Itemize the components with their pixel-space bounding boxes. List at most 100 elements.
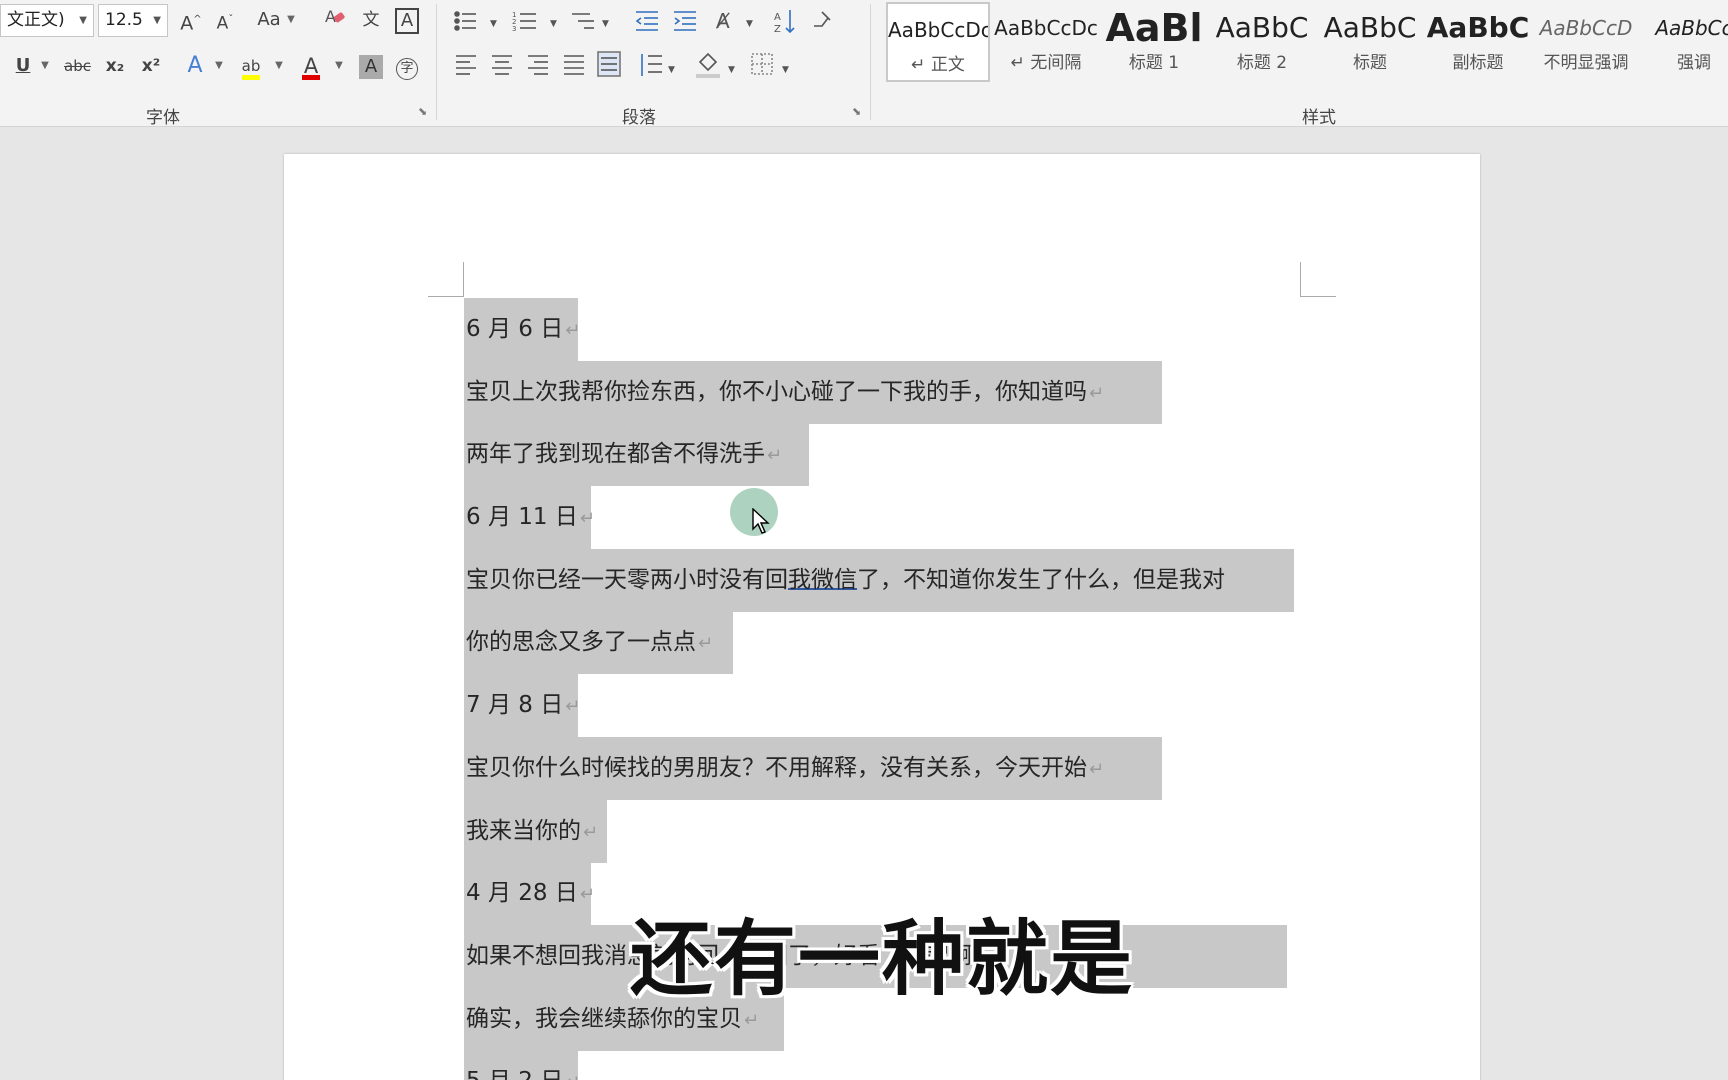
style-name: 标题 1 (1128, 53, 1180, 73)
line-text: 你的思念又多了一点点 (466, 629, 696, 656)
paragraph-mark: ↵ (1089, 758, 1105, 780)
superscript-button[interactable]: x² (138, 50, 164, 82)
paragraph-mark: ↵ (1089, 382, 1105, 404)
margin-crop-mark (1300, 262, 1301, 296)
line-text: 5 月 2 日↵ (466, 1064, 580, 1080)
chevron-down-icon: ▼ (746, 19, 753, 29)
strikethrough-button[interactable]: abc (64, 50, 91, 82)
line-text: 你的思念又多了一点点 ↵ (466, 625, 713, 661)
font-color-button[interactable]: A (298, 50, 324, 82)
eraser-icon: A (325, 7, 345, 26)
change-case-icon: Aa (257, 9, 281, 30)
style-name: ↵ 无间隔 (1010, 53, 1082, 73)
style-subtitle[interactable]: AaBbC 副标题 (1426, 2, 1530, 82)
font-group-label: 字体 (146, 108, 180, 128)
line-text: 4 月 28 日 ↵ (466, 876, 595, 912)
phonetic-guide-button[interactable]: 文 (358, 4, 384, 36)
chevron-down-icon[interactable]: ▼ (274, 50, 284, 82)
style-emphasis[interactable]: AaBbCc 强调 (1642, 2, 1728, 82)
font-color-bar (302, 75, 320, 80)
style-subtle-emphasis[interactable]: AaBbCcD 不明显强调 (1534, 2, 1638, 82)
line-text: 宝贝上次我帮你捡东西，你不小心碰了一下我的手，你知道吗 ↵ (466, 375, 1104, 411)
shading-icon (696, 52, 720, 78)
paragraph-group-label: 段落 (622, 108, 656, 128)
style-sample: AaBbCc (1655, 16, 1728, 40)
shrink-font-button[interactable]: Aˇ (212, 4, 238, 36)
svg-text:A: A (325, 7, 336, 26)
underline-button[interactable]: U (10, 50, 36, 82)
paragraph-mark: ↵ (583, 821, 599, 843)
style-no-spacing[interactable]: AaBbCcDc ↵ 无间隔 (994, 2, 1098, 82)
ribbon: 文正文) ▼ 12.5 ▼ A^ Aˇ Aa ▼ A 文 A U ▼ abc x… (0, 0, 1728, 128)
chevron-down-icon: ▼ (79, 15, 87, 26)
style-name: 标题 (1353, 53, 1387, 73)
paragraph-mark: ↵ (565, 1072, 580, 1080)
character-border-icon: A (395, 8, 419, 34)
font-name-combo[interactable]: 文正文) ▼ (0, 4, 94, 37)
chevron-down-icon[interactable]: ▼ (214, 50, 224, 82)
line-text: 宝贝你已经一天零两小时没有回我微信了，不知道你发生了什么，但是我对 (466, 563, 1225, 597)
increase-indent-icon (674, 11, 696, 31)
chevron-down-icon: ▼ (602, 19, 609, 29)
line-text: 宝贝你已经一天零两小时没有回 (466, 566, 788, 593)
text-effects-icon: A (187, 53, 203, 78)
line-text: 7 月 8 日 ↵ (466, 688, 580, 724)
character-shading-button[interactable]: A (358, 50, 384, 82)
chevron-down-icon: ▼ (550, 19, 557, 29)
paragraph-mark: ↵ (579, 508, 595, 530)
line-text: 6 月 11 日 (466, 504, 578, 531)
style-sample: AaBbCcD (1539, 16, 1633, 40)
style-sample: AaBbC (1426, 11, 1530, 44)
video-subtitle: 还有一种就是 (630, 912, 1135, 1007)
text-effects-button[interactable]: A (182, 50, 208, 82)
enclose-characters-button[interactable]: 字 (394, 50, 420, 82)
paragraph-mark: ↵ (744, 1009, 760, 1031)
distributed-icon (597, 51, 621, 77)
shrink-font-icon: A (216, 13, 229, 34)
show-formatting-marks-icon (814, 11, 831, 27)
svg-text:A: A (774, 12, 781, 23)
font-dialog-launcher-icon[interactable]: ⬊ (418, 106, 430, 118)
enclose-characters-icon: 字 (396, 58, 418, 80)
line-text: 两年了我到现在都舍不得洗手 ↵ (466, 437, 782, 473)
highlighter-icon: ab (241, 57, 261, 75)
bullets-icon (454, 11, 476, 31)
align-center-icon (492, 55, 512, 75)
spellcheck-underlined-text[interactable]: 我微信 (788, 567, 857, 593)
svg-text:Ⱥ: Ⱥ (715, 9, 730, 33)
subscript-button[interactable]: x₂ (102, 50, 128, 82)
grow-font-button[interactable]: A^ (178, 4, 204, 36)
align-right-icon (528, 55, 548, 75)
style-sample: AaBbC (1215, 11, 1309, 44)
subscript-icon: x₂ (105, 56, 125, 76)
style-heading-2[interactable]: AaBbC 标题 2 (1210, 2, 1314, 82)
highlight-button[interactable]: ab (238, 50, 264, 82)
style-name: 标题 2 (1236, 53, 1288, 73)
style-name: 不明显强调 (1543, 53, 1629, 73)
paragraph-dialog-launcher-icon[interactable]: ⬊ (852, 106, 864, 118)
paragraph-mark: ↵ (565, 696, 581, 718)
multilevel-list-icon (572, 13, 594, 29)
phonetic-guide-icon: 文 (362, 10, 380, 30)
superscript-icon: x² (141, 56, 161, 76)
style-title[interactable]: AaBbC 标题 (1318, 2, 1422, 82)
paragraph-mark: ↵ (767, 445, 783, 467)
styles-group-label: 样式 (1302, 108, 1336, 128)
margin-crop-mark (463, 262, 464, 296)
chevron-down-icon: ▼ (728, 65, 735, 75)
character-border-button[interactable]: A (394, 4, 420, 36)
style-sample: AaBbCcDc (888, 18, 988, 42)
style-heading-1[interactable]: AaBl 标题 1 (1102, 2, 1206, 82)
style-normal[interactable]: AaBbCcDc ↵ 正文 (886, 2, 990, 82)
chevron-down-icon[interactable]: ▼ (286, 4, 296, 36)
change-case-button[interactable]: Aa (256, 4, 282, 36)
chevron-down-icon[interactable]: ▼ (334, 50, 344, 82)
paragraph-mark: ↵ (698, 633, 714, 655)
chevron-down-icon: ▼ (153, 15, 161, 26)
font-size-value: 12.5 (105, 10, 143, 30)
margin-crop-mark (1300, 296, 1336, 297)
font-size-combo[interactable]: 12.5 ▼ (98, 4, 168, 37)
clear-format-button[interactable]: A (322, 4, 348, 36)
chevron-down-icon[interactable]: ▼ (40, 50, 50, 82)
asian-layout-icon: Ⱥ (715, 9, 730, 33)
